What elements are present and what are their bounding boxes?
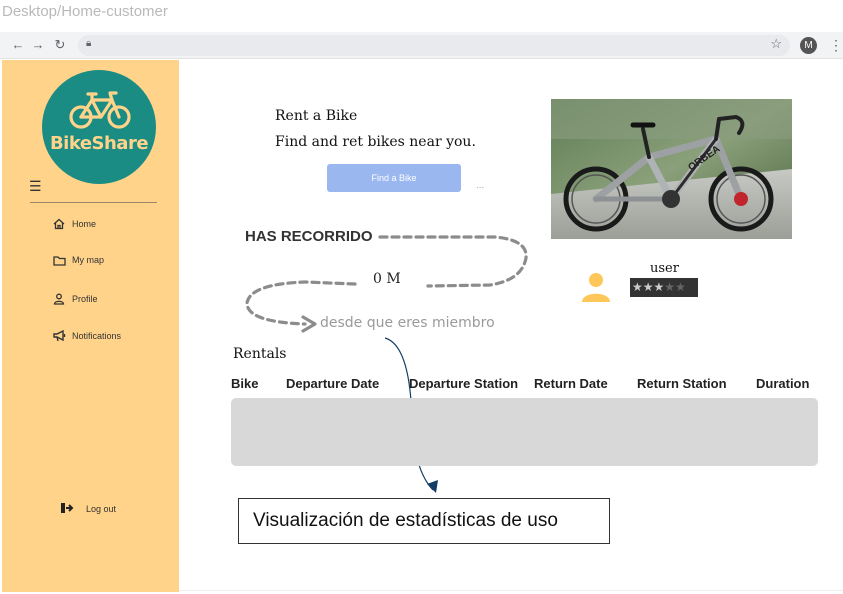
star-icon: ★ — [653, 280, 665, 294]
user-rating: ★★★★★ — [630, 278, 698, 297]
stats-heading: HAS RECORRIDO — [245, 228, 373, 245]
column-header-duration: Duration — [756, 376, 810, 391]
star-icon: ★ — [632, 280, 643, 294]
user-avatar-icon — [580, 270, 612, 307]
rentals-table-body — [231, 398, 818, 466]
star-icon: ★ — [642, 280, 654, 294]
column-header-return-date: Return Date — [534, 376, 608, 391]
column-header-departure-date: Departure Date — [286, 376, 380, 391]
user-name: user — [650, 261, 679, 276]
bottom-divider — [179, 590, 843, 591]
column-header-departure-station: Departure Station — [409, 376, 519, 391]
star-icon: ★ — [675, 280, 686, 294]
column-header-return-station: Return Station — [637, 376, 727, 391]
star-icon: ★ — [664, 280, 676, 294]
column-header-bike: Bike — [231, 376, 259, 391]
annotation-box: Visualización de estadísticas de uso — [238, 498, 610, 544]
distance-value: 0 M — [373, 271, 401, 287]
rentals-title: Rentals — [233, 346, 287, 362]
stats-caption: desde que eres miembro — [320, 315, 495, 331]
